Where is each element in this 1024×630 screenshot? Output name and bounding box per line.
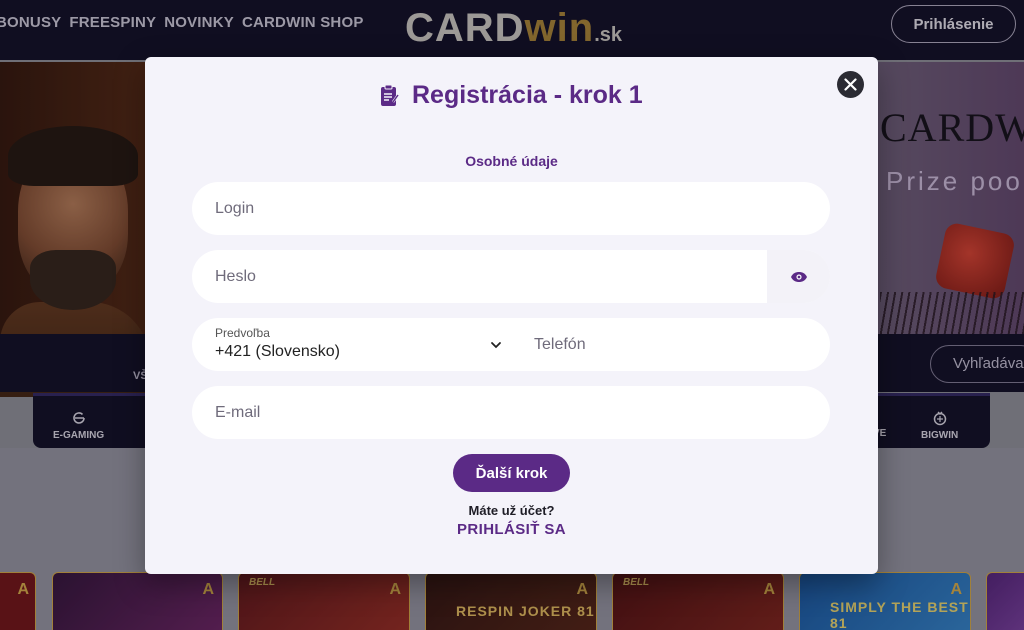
section-title: Osobné údaje xyxy=(465,153,558,169)
password-input[interactable] xyxy=(192,250,767,303)
next-step-button[interactable]: Ďalší krok xyxy=(453,454,570,492)
login-link[interactable]: PRIHLÁSIŤ SA xyxy=(145,521,878,538)
country-prefix-select[interactable]: Predvoľba +421 (Slovensko) xyxy=(192,318,517,371)
prefix-label: Predvoľba xyxy=(215,326,270,340)
login-input[interactable] xyxy=(192,182,830,235)
toggle-password-button[interactable] xyxy=(767,250,830,303)
modal-title: Registrácia - krok 1 xyxy=(412,81,643,109)
email-input[interactable] xyxy=(192,386,830,439)
phone-input[interactable] xyxy=(511,318,830,371)
close-icon xyxy=(844,78,857,91)
prefix-value: +421 (Slovensko) xyxy=(215,343,340,360)
close-button[interactable] xyxy=(837,71,864,98)
chevron-down-icon xyxy=(491,342,501,349)
modal-header: Registrácia - krok 1 xyxy=(380,81,643,110)
login-field xyxy=(192,182,830,235)
password-field xyxy=(192,250,830,303)
phone-field: Predvoľba +421 (Slovensko) xyxy=(192,318,830,371)
email-field xyxy=(192,386,830,439)
registration-modal: Registrácia - krok 1 Osobné údaje Predvo… xyxy=(145,57,878,574)
register-form-icon xyxy=(381,84,400,106)
eye-icon xyxy=(790,271,807,282)
have-account-text: Máte už účet? xyxy=(468,503,555,518)
